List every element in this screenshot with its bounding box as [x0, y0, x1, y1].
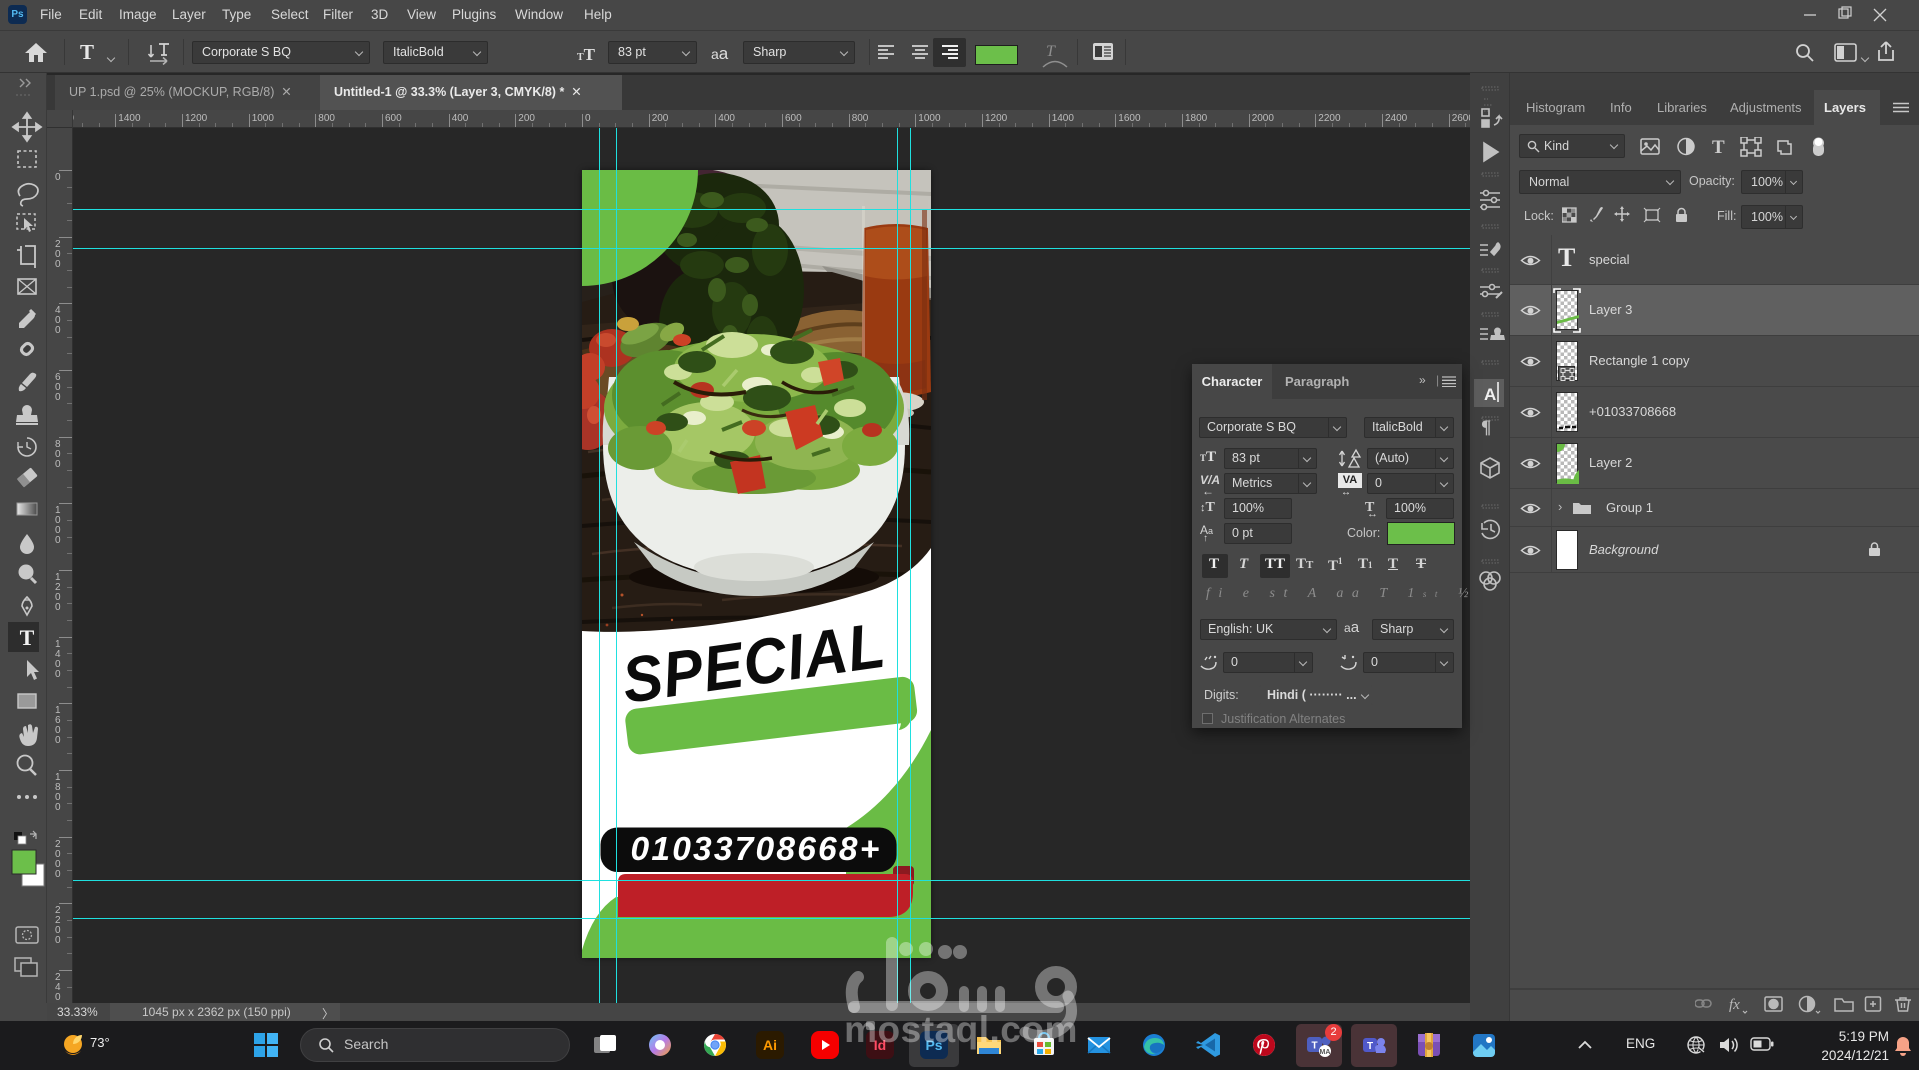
svg-text:mostaql.com: mostaql.com	[844, 1009, 1078, 1050]
svg-text:T: T	[20, 625, 35, 650]
svg-text:fx: fx	[1729, 997, 1740, 1013]
svg-text:T: T	[1712, 137, 1725, 157]
svg-text:01033708668+: 01033708668+	[631, 831, 882, 868]
svg-text:A: A	[1484, 385, 1496, 404]
svg-text:T: T	[1367, 1041, 1373, 1052]
svg-text:MA: MA	[1320, 1049, 1331, 1056]
svg-text:T: T	[1311, 1041, 1317, 1052]
